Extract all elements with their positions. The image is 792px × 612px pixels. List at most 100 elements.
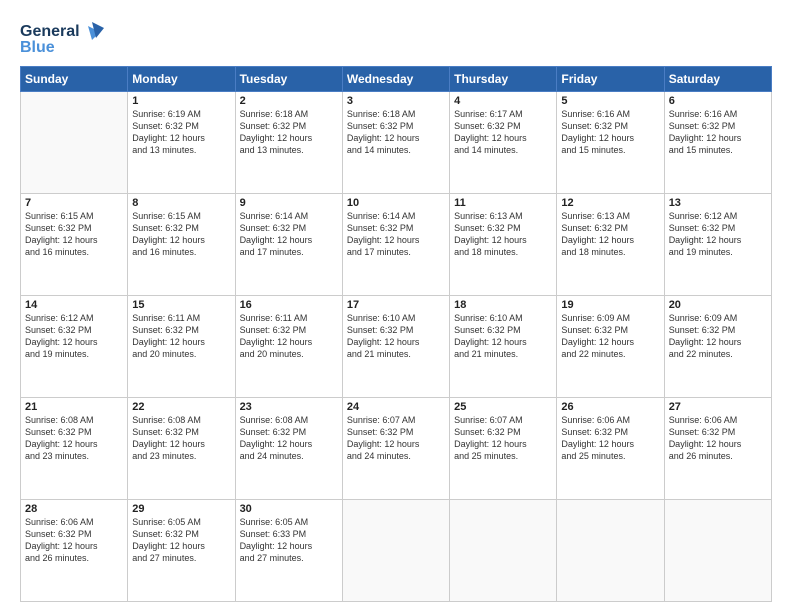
page: General Blue SundayMondayTuesdayWednesda… bbox=[0, 0, 792, 612]
calendar-cell: 25Sunrise: 6:07 AM Sunset: 6:32 PM Dayli… bbox=[450, 398, 557, 500]
calendar-cell: 30Sunrise: 6:05 AM Sunset: 6:33 PM Dayli… bbox=[235, 500, 342, 602]
day-number: 19 bbox=[561, 299, 659, 311]
day-info: Sunrise: 6:06 AM Sunset: 6:32 PM Dayligh… bbox=[25, 516, 123, 565]
weekday-header: Tuesday bbox=[235, 67, 342, 92]
day-number: 12 bbox=[561, 197, 659, 209]
day-number: 30 bbox=[240, 503, 338, 515]
calendar-cell: 7Sunrise: 6:15 AM Sunset: 6:32 PM Daylig… bbox=[21, 194, 128, 296]
calendar-cell: 26Sunrise: 6:06 AM Sunset: 6:32 PM Dayli… bbox=[557, 398, 664, 500]
calendar-table: SundayMondayTuesdayWednesdayThursdayFrid… bbox=[20, 66, 772, 602]
calendar-header-row: SundayMondayTuesdayWednesdayThursdayFrid… bbox=[21, 67, 772, 92]
calendar-cell: 1Sunrise: 6:19 AM Sunset: 6:32 PM Daylig… bbox=[128, 92, 235, 194]
calendar-cell: 6Sunrise: 6:16 AM Sunset: 6:32 PM Daylig… bbox=[664, 92, 771, 194]
day-info: Sunrise: 6:10 AM Sunset: 6:32 PM Dayligh… bbox=[347, 312, 445, 361]
day-number: 29 bbox=[132, 503, 230, 515]
day-info: Sunrise: 6:05 AM Sunset: 6:33 PM Dayligh… bbox=[240, 516, 338, 565]
svg-text:General: General bbox=[20, 23, 80, 40]
calendar-cell: 10Sunrise: 6:14 AM Sunset: 6:32 PM Dayli… bbox=[342, 194, 449, 296]
calendar-cell bbox=[450, 500, 557, 602]
calendar-week-row: 1Sunrise: 6:19 AM Sunset: 6:32 PM Daylig… bbox=[21, 92, 772, 194]
day-number: 28 bbox=[25, 503, 123, 515]
calendar-cell: 29Sunrise: 6:05 AM Sunset: 6:32 PM Dayli… bbox=[128, 500, 235, 602]
calendar-cell: 22Sunrise: 6:08 AM Sunset: 6:32 PM Dayli… bbox=[128, 398, 235, 500]
calendar-week-row: 14Sunrise: 6:12 AM Sunset: 6:32 PM Dayli… bbox=[21, 296, 772, 398]
day-info: Sunrise: 6:06 AM Sunset: 6:32 PM Dayligh… bbox=[669, 414, 767, 463]
calendar-cell: 21Sunrise: 6:08 AM Sunset: 6:32 PM Dayli… bbox=[21, 398, 128, 500]
calendar-cell: 19Sunrise: 6:09 AM Sunset: 6:32 PM Dayli… bbox=[557, 296, 664, 398]
day-info: Sunrise: 6:09 AM Sunset: 6:32 PM Dayligh… bbox=[669, 312, 767, 361]
day-number: 9 bbox=[240, 197, 338, 209]
day-info: Sunrise: 6:13 AM Sunset: 6:32 PM Dayligh… bbox=[454, 210, 552, 259]
day-number: 1 bbox=[132, 95, 230, 107]
day-number: 25 bbox=[454, 401, 552, 413]
calendar-cell: 27Sunrise: 6:06 AM Sunset: 6:32 PM Dayli… bbox=[664, 398, 771, 500]
day-info: Sunrise: 6:09 AM Sunset: 6:32 PM Dayligh… bbox=[561, 312, 659, 361]
day-number: 24 bbox=[347, 401, 445, 413]
day-number: 18 bbox=[454, 299, 552, 311]
weekday-header: Wednesday bbox=[342, 67, 449, 92]
calendar-cell: 12Sunrise: 6:13 AM Sunset: 6:32 PM Dayli… bbox=[557, 194, 664, 296]
day-number: 15 bbox=[132, 299, 230, 311]
calendar-cell: 23Sunrise: 6:08 AM Sunset: 6:32 PM Dayli… bbox=[235, 398, 342, 500]
day-number: 14 bbox=[25, 299, 123, 311]
calendar-cell: 17Sunrise: 6:10 AM Sunset: 6:32 PM Dayli… bbox=[342, 296, 449, 398]
calendar-week-row: 7Sunrise: 6:15 AM Sunset: 6:32 PM Daylig… bbox=[21, 194, 772, 296]
calendar-cell: 8Sunrise: 6:15 AM Sunset: 6:32 PM Daylig… bbox=[128, 194, 235, 296]
calendar-cell: 24Sunrise: 6:07 AM Sunset: 6:32 PM Dayli… bbox=[342, 398, 449, 500]
day-info: Sunrise: 6:07 AM Sunset: 6:32 PM Dayligh… bbox=[347, 414, 445, 463]
calendar-week-row: 28Sunrise: 6:06 AM Sunset: 6:32 PM Dayli… bbox=[21, 500, 772, 602]
day-number: 10 bbox=[347, 197, 445, 209]
day-info: Sunrise: 6:08 AM Sunset: 6:32 PM Dayligh… bbox=[132, 414, 230, 463]
calendar-cell: 9Sunrise: 6:14 AM Sunset: 6:32 PM Daylig… bbox=[235, 194, 342, 296]
logo-icon: General Blue bbox=[20, 18, 110, 56]
calendar-cell bbox=[664, 500, 771, 602]
weekday-header: Monday bbox=[128, 67, 235, 92]
day-number: 3 bbox=[347, 95, 445, 107]
day-info: Sunrise: 6:13 AM Sunset: 6:32 PM Dayligh… bbox=[561, 210, 659, 259]
day-number: 20 bbox=[669, 299, 767, 311]
day-number: 17 bbox=[347, 299, 445, 311]
day-info: Sunrise: 6:14 AM Sunset: 6:32 PM Dayligh… bbox=[240, 210, 338, 259]
day-info: Sunrise: 6:15 AM Sunset: 6:32 PM Dayligh… bbox=[25, 210, 123, 259]
svg-text:Blue: Blue bbox=[20, 39, 55, 56]
day-number: 16 bbox=[240, 299, 338, 311]
day-info: Sunrise: 6:06 AM Sunset: 6:32 PM Dayligh… bbox=[561, 414, 659, 463]
day-number: 4 bbox=[454, 95, 552, 107]
day-info: Sunrise: 6:11 AM Sunset: 6:32 PM Dayligh… bbox=[240, 312, 338, 361]
day-number: 23 bbox=[240, 401, 338, 413]
day-number: 26 bbox=[561, 401, 659, 413]
day-info: Sunrise: 6:19 AM Sunset: 6:32 PM Dayligh… bbox=[132, 108, 230, 157]
calendar-cell: 2Sunrise: 6:18 AM Sunset: 6:32 PM Daylig… bbox=[235, 92, 342, 194]
day-info: Sunrise: 6:11 AM Sunset: 6:32 PM Dayligh… bbox=[132, 312, 230, 361]
calendar-cell: 13Sunrise: 6:12 AM Sunset: 6:32 PM Dayli… bbox=[664, 194, 771, 296]
calendar-cell bbox=[342, 500, 449, 602]
day-info: Sunrise: 6:12 AM Sunset: 6:32 PM Dayligh… bbox=[25, 312, 123, 361]
calendar-cell: 15Sunrise: 6:11 AM Sunset: 6:32 PM Dayli… bbox=[128, 296, 235, 398]
calendar-cell: 14Sunrise: 6:12 AM Sunset: 6:32 PM Dayli… bbox=[21, 296, 128, 398]
calendar-cell: 28Sunrise: 6:06 AM Sunset: 6:32 PM Dayli… bbox=[21, 500, 128, 602]
day-info: Sunrise: 6:18 AM Sunset: 6:32 PM Dayligh… bbox=[347, 108, 445, 157]
logo: General Blue bbox=[20, 18, 110, 56]
day-info: Sunrise: 6:07 AM Sunset: 6:32 PM Dayligh… bbox=[454, 414, 552, 463]
header: General Blue bbox=[20, 18, 772, 56]
calendar-cell: 18Sunrise: 6:10 AM Sunset: 6:32 PM Dayli… bbox=[450, 296, 557, 398]
weekday-header: Saturday bbox=[664, 67, 771, 92]
day-number: 2 bbox=[240, 95, 338, 107]
day-number: 13 bbox=[669, 197, 767, 209]
day-info: Sunrise: 6:10 AM Sunset: 6:32 PM Dayligh… bbox=[454, 312, 552, 361]
day-number: 7 bbox=[25, 197, 123, 209]
day-info: Sunrise: 6:16 AM Sunset: 6:32 PM Dayligh… bbox=[669, 108, 767, 157]
day-info: Sunrise: 6:18 AM Sunset: 6:32 PM Dayligh… bbox=[240, 108, 338, 157]
weekday-header: Sunday bbox=[21, 67, 128, 92]
calendar-cell: 16Sunrise: 6:11 AM Sunset: 6:32 PM Dayli… bbox=[235, 296, 342, 398]
day-number: 5 bbox=[561, 95, 659, 107]
calendar-cell: 3Sunrise: 6:18 AM Sunset: 6:32 PM Daylig… bbox=[342, 92, 449, 194]
calendar-cell bbox=[21, 92, 128, 194]
weekday-header: Friday bbox=[557, 67, 664, 92]
calendar-cell: 5Sunrise: 6:16 AM Sunset: 6:32 PM Daylig… bbox=[557, 92, 664, 194]
calendar-week-row: 21Sunrise: 6:08 AM Sunset: 6:32 PM Dayli… bbox=[21, 398, 772, 500]
day-info: Sunrise: 6:08 AM Sunset: 6:32 PM Dayligh… bbox=[25, 414, 123, 463]
day-number: 8 bbox=[132, 197, 230, 209]
calendar-cell bbox=[557, 500, 664, 602]
day-number: 22 bbox=[132, 401, 230, 413]
